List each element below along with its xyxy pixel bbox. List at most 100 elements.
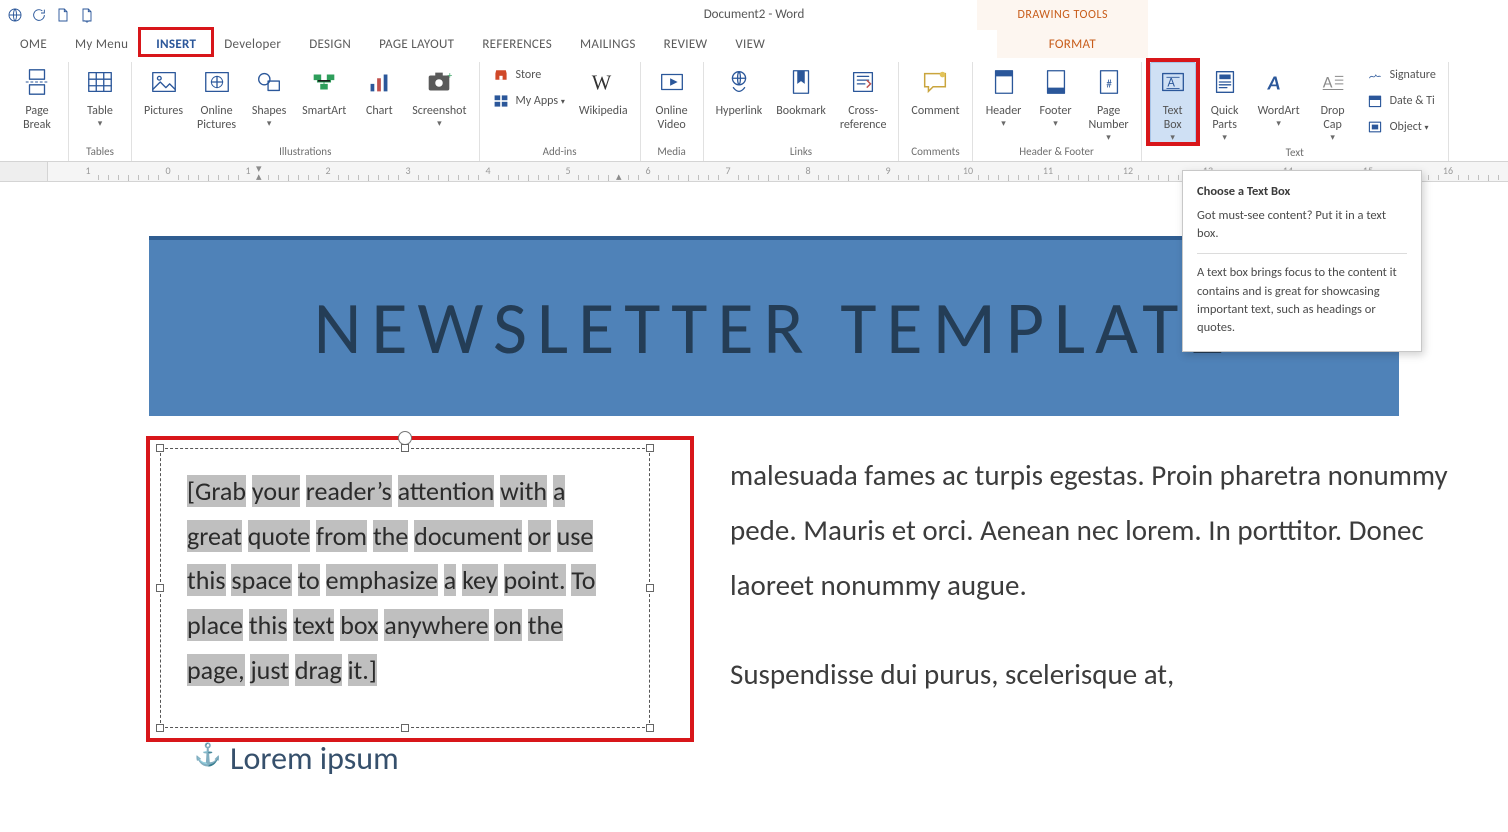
smartart-button[interactable]: SmartArt (298, 62, 350, 118)
page-break-button[interactable]: PageBreak (14, 62, 60, 132)
text-box[interactable]: [Grab your reader’s attention with a gre… (160, 448, 650, 728)
table-button[interactable]: Table▾ (77, 62, 123, 128)
resize-handle-bl[interactable] (156, 724, 164, 732)
tab-design[interactable]: DESIGN (295, 30, 365, 58)
ruler-number: 1 (245, 164, 250, 177)
context-tool-title: DRAWING TOOLS (977, 0, 1148, 30)
dropdown-caret-icon: ▾ (1222, 134, 1227, 142)
ruler-gutter (0, 162, 48, 181)
tab-view[interactable]: VIEW (721, 30, 779, 58)
dropdown-caret-icon: ▾ (1276, 120, 1281, 128)
online-pictures-button[interactable]: OnlinePictures (193, 62, 240, 132)
right-column[interactable]: malesuada fames ac turpis egestas. Proin… (730, 448, 1490, 736)
date-icon (1366, 92, 1384, 110)
group-caption: Media (649, 143, 695, 161)
wordart-icon: A (1261, 64, 1297, 100)
shapes-icon (251, 64, 287, 100)
tab-format[interactable]: FORMAT (997, 30, 1148, 58)
bookmark-button[interactable]: Bookmark (772, 62, 830, 118)
group-caption: Illustrations (140, 143, 471, 161)
ruler-number: 11 (1043, 164, 1053, 177)
sig-button[interactable]: Signature (1362, 64, 1440, 86)
table-icon (82, 64, 118, 100)
tab-page-layout[interactable]: PAGE LAYOUT (365, 30, 468, 58)
anchor-icon: ⚓ (194, 741, 221, 768)
store-button[interactable]: Store (488, 64, 569, 86)
ribbon-tabs: OMEMy MenuINSERTDeveloperDESIGNPAGE LAYO… (0, 30, 1508, 58)
tab-insert[interactable]: INSERT (142, 30, 210, 58)
tab-my-menu[interactable]: My Menu (61, 30, 142, 58)
ruler-number: 9 (885, 164, 890, 177)
ruler-number: 12 (1123, 164, 1133, 177)
ruler-number: 4 (485, 164, 490, 177)
screenshot-icon: + (421, 64, 457, 100)
resize-handle-r[interactable] (646, 584, 654, 592)
dropcap-icon: A (1315, 64, 1351, 100)
footer-button[interactable]: Footer▾ (1033, 62, 1079, 128)
quickparts-button[interactable]: QuickParts▾ (1202, 62, 1248, 142)
comment-icon (917, 64, 953, 100)
quick-access-toolbar: Document2 - Word DRAWING TOOLS (0, 0, 1508, 30)
ruler-number: 16 (1443, 164, 1453, 177)
ruler-number: 2 (325, 164, 330, 177)
body-paragraph-1[interactable]: malesuada fames ac turpis egestas. Proin… (730, 448, 1490, 613)
crossref-button[interactable]: Cross-reference (836, 62, 891, 132)
svg-text:W: W (592, 73, 612, 95)
tab-references[interactable]: REFERENCES (468, 30, 566, 58)
refresh-icon[interactable] (28, 4, 50, 26)
wikipedia-button[interactable]: WWikipedia (575, 62, 632, 118)
resize-handle-b[interactable] (401, 724, 409, 732)
group-caption: Tables (77, 143, 123, 161)
ruler-number: 10 (963, 164, 973, 177)
object-button[interactable]: Object ▾ (1362, 116, 1440, 138)
header-icon (986, 64, 1022, 100)
date-button[interactable]: Date & Ti (1362, 90, 1440, 112)
resize-handle-tr[interactable] (646, 444, 654, 452)
myapps-button[interactable]: My Apps ▾ (488, 90, 569, 112)
comment-button[interactable]: Comment (907, 62, 963, 118)
tab-ome[interactable]: OME (6, 30, 61, 58)
tab-review[interactable]: REVIEW (650, 30, 722, 58)
tab-developer[interactable]: Developer (210, 30, 295, 58)
text-box-content[interactable]: [Grab your reader’s attention with a gre… (187, 469, 623, 693)
resize-handle-br[interactable] (646, 724, 654, 732)
hyperlink-icon (721, 64, 757, 100)
dropdown-caret-icon: ▾ (98, 120, 103, 128)
chart-button[interactable]: Chart (356, 62, 402, 118)
dropdown-caret-icon: ▾ (1170, 134, 1175, 142)
tooltip-textbox: Choose a Text Box Got must-see content? … (1182, 170, 1422, 352)
pagenum-button[interactable]: #PageNumber▾ (1085, 62, 1133, 142)
quickparts-icon (1207, 64, 1243, 100)
picture-icon (146, 64, 182, 100)
tab-mailings[interactable]: MAILINGS (566, 30, 650, 58)
header-button[interactable]: Header▾ (981, 62, 1027, 128)
wordart-button[interactable]: AWordArt▾ (1254, 62, 1304, 128)
group-caption: Add-ins (488, 143, 632, 161)
group-tables: Table▾ Tables (69, 62, 132, 161)
svg-text:+: + (448, 69, 453, 81)
group-caption: Links (712, 143, 891, 161)
left-column-heading[interactable]: Lorem ipsum (230, 739, 399, 778)
resize-handle-tl[interactable] (156, 444, 164, 452)
resize-handle-l[interactable] (156, 584, 164, 592)
hyperlink-button[interactable]: Hyperlink (712, 62, 767, 118)
body-paragraph-2[interactable]: Suspendisse dui purus, scelerisque at, (730, 647, 1490, 702)
textbox-icon: A (1155, 64, 1191, 100)
resize-handle-t[interactable] (401, 444, 409, 452)
group-illustrations: PicturesOnlinePicturesShapes▾SmartArtCha… (132, 62, 480, 161)
wikipedia-icon: W (585, 64, 621, 100)
globe-icon[interactable] (4, 4, 26, 26)
rotate-handle[interactable] (398, 431, 412, 445)
textbox-button[interactable]: ATextBox▾ (1150, 62, 1196, 144)
new-document-more-icon[interactable] (76, 4, 98, 26)
myapps-icon (492, 92, 510, 110)
new-document-icon[interactable] (52, 4, 74, 26)
ruler-number: 0 (165, 164, 170, 177)
svg-text:#: # (1106, 78, 1112, 92)
pagenum-icon: # (1091, 64, 1127, 100)
screenshot-button[interactable]: +Screenshot▾ (408, 62, 470, 128)
shapes-button[interactable]: Shapes▾ (246, 62, 292, 128)
dropcap-button[interactable]: ADropCap▾ (1310, 62, 1356, 142)
picture-button[interactable]: Pictures (140, 62, 187, 118)
video-button[interactable]: OnlineVideo (649, 62, 695, 132)
